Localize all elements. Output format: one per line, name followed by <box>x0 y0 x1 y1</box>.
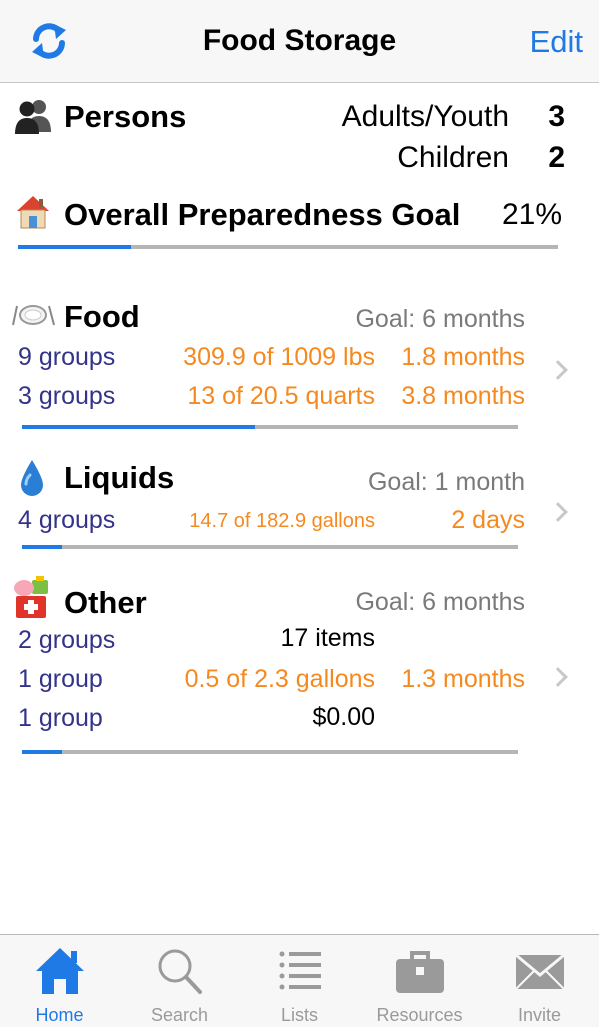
other-progress-fill <box>22 750 62 754</box>
other-row-duration: 1.3 months <box>401 665 525 693</box>
persons-icon <box>15 100 51 134</box>
food-row-amount: 13 of 20.5 quarts <box>187 382 375 410</box>
liquids-label: Liquids <box>64 460 175 495</box>
children-label: Children <box>397 141 509 174</box>
water-drop-icon <box>21 460 43 496</box>
nav-bar: Food Storage Edit <box>0 0 599 83</box>
supplies-icon <box>14 576 48 618</box>
persons-label: Persons <box>64 99 187 134</box>
children-count[interactable]: 2 <box>548 141 565 175</box>
food-row-amount: 309.9 of 1009 lbs <box>183 343 375 371</box>
tab-label: Search <box>150 1005 209 1025</box>
other-row-groups: 1 group <box>18 704 103 732</box>
food-row-duration: 1.8 months <box>401 343 525 371</box>
tab-home[interactable]: Home <box>0 935 119 1027</box>
adults-youth-label: Adults/Youth <box>341 100 509 133</box>
plate-icon <box>12 305 55 326</box>
other-row-groups: 2 groups <box>18 626 116 654</box>
other-row-amount: 0.5 of 2.3 gallons <box>184 665 375 693</box>
other-progress-bar <box>22 750 518 754</box>
adults-youth-count[interactable]: 3 <box>548 100 565 134</box>
food-progress-bar <box>22 425 518 429</box>
other-row-groups: 1 group <box>18 665 103 693</box>
other-row-amount: 17 items <box>280 624 375 652</box>
liquids-progress-bar <box>22 545 518 549</box>
overall-progress-fill <box>18 245 132 249</box>
list-icon <box>279 951 321 990</box>
liquids-row-duration: 2 days <box>451 506 525 534</box>
edit-button[interactable]: Edit <box>530 24 583 60</box>
liquids-goal: Goal: 1 month <box>367 468 525 496</box>
chevron-right-icon <box>548 360 568 380</box>
food-progress-fill <box>22 425 256 429</box>
tab-lists[interactable]: Lists <box>240 935 359 1027</box>
overall-progress-bar <box>18 245 558 249</box>
food-goal: Goal: 6 months <box>355 305 525 333</box>
briefcase-icon <box>395 951 444 993</box>
tab-label: Resources <box>376 1005 463 1025</box>
tab-label: Invite <box>517 1005 562 1025</box>
tab-label: Lists <box>280 1005 318 1025</box>
tab-label: Home <box>35 1005 84 1025</box>
overall-goal-label: Overall Preparedness Goal <box>64 197 461 232</box>
search-icon <box>158 949 202 994</box>
food-row-duration: 3.8 months <box>401 382 525 410</box>
chevron-right-icon <box>548 667 568 687</box>
food-row-groups: 9 groups <box>18 343 116 371</box>
envelope-icon <box>514 953 565 990</box>
chevron-right-icon <box>548 502 568 522</box>
liquids-row-groups: 4 groups <box>18 506 116 534</box>
liquids-progress-fill <box>22 545 62 549</box>
house-icon <box>17 196 49 229</box>
food-label: Food <box>64 299 140 334</box>
other-row-amount: $0.00 <box>312 703 375 731</box>
tab-invite[interactable]: Invite <box>480 935 599 1027</box>
home-icon <box>35 948 84 994</box>
food-row-groups: 3 groups <box>18 382 116 410</box>
page-title: Food Storage <box>202 24 397 57</box>
tab-resources[interactable]: Resources <box>360 935 479 1027</box>
tab-bar: Home Search Lists Resources Invite <box>0 934 599 1027</box>
tab-search[interactable]: Search <box>120 935 239 1027</box>
overall-percent: 21% <box>501 198 562 231</box>
other-goal: Goal: 6 months <box>355 588 525 616</box>
other-label: Other <box>64 585 147 620</box>
liquids-row-amount: 14.7 of 182.9 gallons <box>189 510 375 532</box>
